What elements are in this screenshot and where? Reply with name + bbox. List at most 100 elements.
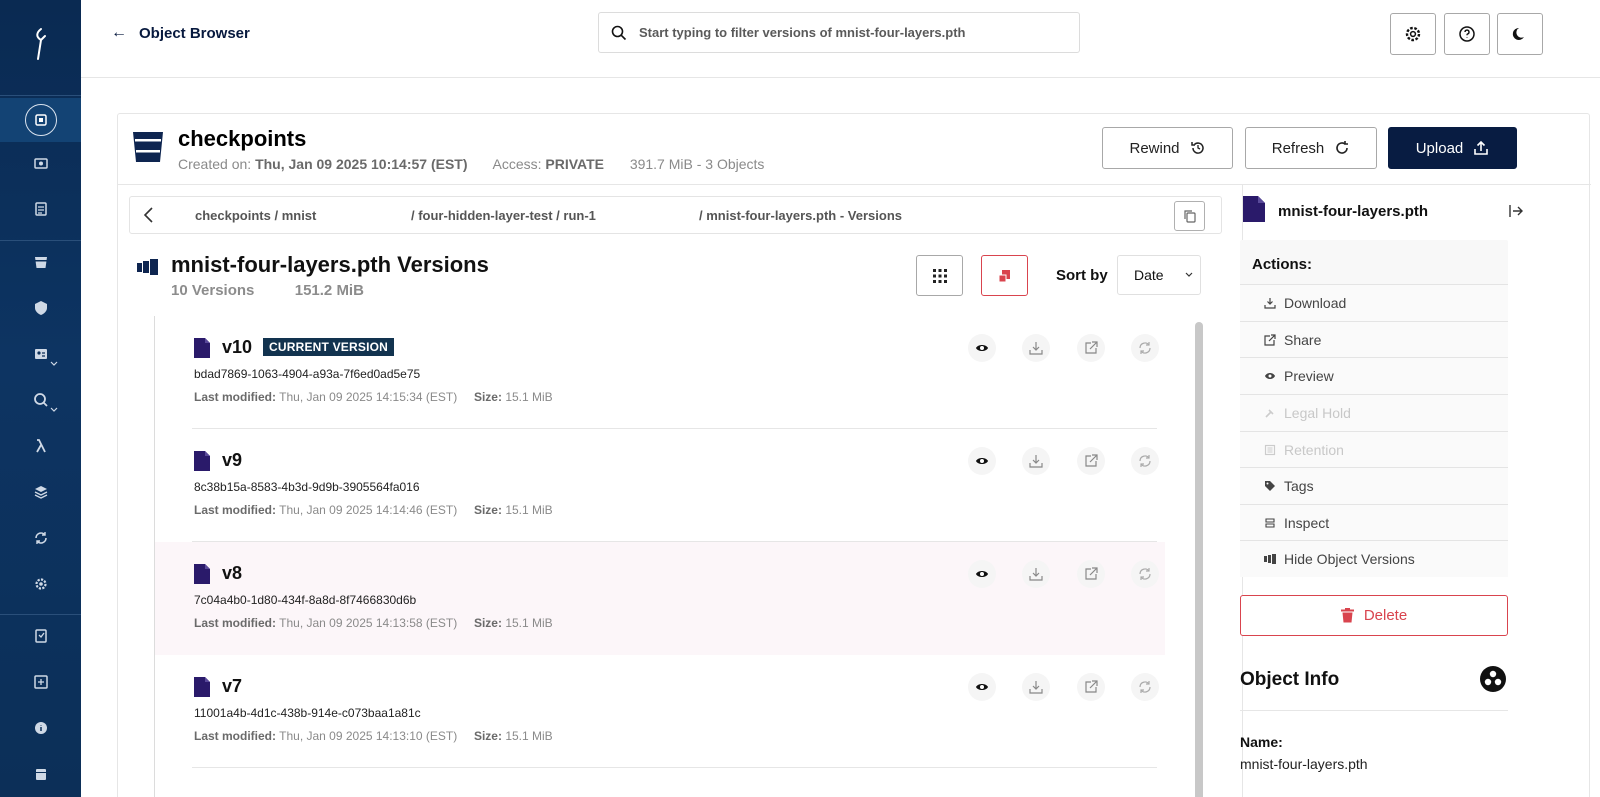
version-filter-search[interactable] bbox=[598, 12, 1080, 53]
preview-version-button[interactable] bbox=[968, 447, 996, 475]
share-icon bbox=[1085, 341, 1098, 354]
download-version-button[interactable] bbox=[1022, 334, 1050, 362]
settings-button[interactable] bbox=[1390, 13, 1436, 55]
version-name: v7 bbox=[222, 676, 243, 696]
sidebar-item-license[interactable] bbox=[0, 618, 81, 658]
sidebar-item-buckets[interactable] bbox=[0, 244, 81, 284]
share-version-button[interactable] bbox=[1077, 447, 1105, 475]
trash-icon bbox=[1340, 608, 1354, 623]
access-value: PRIVATE bbox=[545, 156, 605, 172]
action-label: Retention bbox=[1284, 442, 1344, 458]
restore-version-button[interactable] bbox=[1131, 447, 1159, 475]
rewind-button[interactable]: Rewind bbox=[1102, 127, 1233, 169]
share-version-button[interactable] bbox=[1077, 334, 1105, 362]
action-preview[interactable]: Preview bbox=[1240, 357, 1508, 394]
eye-icon bbox=[976, 345, 988, 351]
sidebar-item-health[interactable] bbox=[0, 664, 81, 704]
preview-version-button[interactable] bbox=[968, 673, 996, 701]
minio-logo[interactable] bbox=[0, 14, 81, 74]
back-link-label: Object Browser bbox=[139, 24, 250, 42]
modified-value: Thu, Jan 09 2025 14:13:58 (EST) bbox=[279, 616, 458, 630]
preview-version-button[interactable] bbox=[968, 560, 996, 588]
download-version-button[interactable] bbox=[1022, 447, 1050, 475]
sidebar-item-monitoring[interactable] bbox=[0, 382, 81, 422]
refresh-button[interactable]: Refresh bbox=[1245, 127, 1377, 169]
action-tags[interactable]: Tags bbox=[1240, 467, 1508, 504]
chevron-left-icon[interactable] bbox=[142, 206, 156, 224]
refresh-icon bbox=[1336, 141, 1349, 154]
restore-version-button[interactable] bbox=[1131, 560, 1159, 588]
delete-object-button[interactable]: Delete bbox=[1240, 595, 1508, 636]
version-meta: Last modified: Thu, Jan 09 2025 14:13:10… bbox=[194, 729, 553, 743]
chevron-down-icon bbox=[50, 361, 58, 366]
upload-button[interactable]: Upload bbox=[1388, 127, 1517, 169]
action-label: Preview bbox=[1284, 368, 1334, 384]
action-inspect[interactable]: Inspect bbox=[1240, 504, 1508, 541]
share-version-button[interactable] bbox=[1077, 673, 1105, 701]
sidebar-item-documentation[interactable] bbox=[0, 191, 81, 231]
download-icon bbox=[1029, 455, 1043, 468]
action-hide-object-versions[interactable]: Hide Object Versions bbox=[1240, 540, 1508, 577]
database-icon bbox=[33, 766, 49, 787]
restore-version-button[interactable] bbox=[1131, 334, 1159, 362]
sidebar-item-events[interactable] bbox=[0, 428, 81, 468]
restore-icon bbox=[1139, 681, 1151, 693]
version-meta: Last modified: Thu, Jan 09 2025 14:15:34… bbox=[194, 390, 553, 404]
eye-icon bbox=[1265, 373, 1275, 379]
documentation-icon bbox=[33, 201, 49, 222]
sidebar bbox=[0, 0, 81, 797]
sidebar-divider bbox=[0, 240, 81, 241]
share-icon bbox=[1085, 680, 1098, 693]
sort-select[interactable]: Date bbox=[1117, 255, 1201, 295]
info-name-label: Name: bbox=[1240, 734, 1283, 750]
share-icon bbox=[1264, 334, 1276, 346]
action-share[interactable]: Share bbox=[1240, 321, 1508, 358]
back-to-object-browser-link[interactable]: ← Object Browser bbox=[111, 24, 250, 42]
action-label: Share bbox=[1284, 332, 1322, 348]
bucket-name: checkpoints bbox=[178, 126, 307, 151]
version-row[interactable]: v9 8c38b15a-8583-4b3d-9d9b-3905564fa016 … bbox=[155, 429, 1165, 542]
version-row[interactable]: v7 11001a4b-4d1c-438b-914e-c073baa1a81c … bbox=[155, 655, 1165, 768]
object-info-icon bbox=[1480, 666, 1506, 692]
version-meta: Last modified: Thu, Jan 09 2025 14:13:58… bbox=[194, 616, 553, 630]
breadcrumb-segment-path[interactable]: / four-hidden-layer-test / run-1 bbox=[411, 208, 596, 223]
sidebar-item-configuration[interactable] bbox=[0, 566, 81, 606]
version-row[interactable]: v8 7c04a4b0-1d80-434f-8a8d-8f7466830d6b … bbox=[155, 542, 1165, 655]
preview-version-button[interactable] bbox=[968, 334, 996, 362]
help-button[interactable] bbox=[1444, 13, 1490, 55]
download-version-button[interactable] bbox=[1022, 560, 1050, 588]
download-version-button[interactable] bbox=[1022, 673, 1050, 701]
search-input[interactable] bbox=[639, 25, 1059, 40]
copy-path-button[interactable] bbox=[1174, 201, 1205, 231]
sidebar-item-inspect[interactable] bbox=[0, 710, 81, 750]
versions-scrollbar[interactable] bbox=[1195, 322, 1203, 797]
versions-summary: 10 Versions 151.2 MiB bbox=[171, 282, 364, 299]
file-icon bbox=[194, 677, 210, 697]
breadcrumb-segment-bucket[interactable]: checkpoints / mnist bbox=[195, 208, 316, 223]
action-download[interactable]: Download bbox=[1240, 284, 1508, 321]
sidebar-item-policies[interactable] bbox=[0, 290, 81, 330]
bucket-icon bbox=[133, 132, 163, 162]
delete-versions-icon bbox=[998, 269, 1010, 282]
retention-icon bbox=[1264, 444, 1276, 456]
sidebar-item-site-replication[interactable] bbox=[0, 520, 81, 560]
size-value: 15.1 MiB bbox=[505, 503, 553, 517]
select-multiple-versions-button[interactable] bbox=[916, 255, 963, 296]
sidebar-item-object-browser[interactable] bbox=[0, 98, 81, 142]
collapse-panel-icon[interactable] bbox=[1508, 203, 1524, 219]
sidebar-item-tiering[interactable] bbox=[0, 474, 81, 514]
version-name: v9 bbox=[222, 450, 243, 470]
sidebar-item-access-keys[interactable] bbox=[0, 145, 81, 185]
sidebar-item-identity[interactable] bbox=[0, 336, 81, 376]
restore-version-button[interactable] bbox=[1131, 673, 1159, 701]
row-separator bbox=[192, 767, 1157, 768]
shield-icon bbox=[33, 300, 49, 321]
dark-mode-toggle[interactable] bbox=[1497, 13, 1543, 55]
eye-icon bbox=[976, 458, 988, 464]
share-version-button[interactable] bbox=[1077, 560, 1105, 588]
sidebar-item-profile[interactable] bbox=[0, 756, 81, 796]
refresh-label: Refresh bbox=[1271, 139, 1325, 157]
version-id: 8c38b15a-8583-4b3d-9d9b-3905564fa016 bbox=[194, 480, 420, 494]
delete-non-current-versions-button[interactable] bbox=[981, 255, 1028, 296]
version-row[interactable]: v10 CURRENT VERSION bdad7869-1063-4904-a… bbox=[155, 316, 1165, 429]
